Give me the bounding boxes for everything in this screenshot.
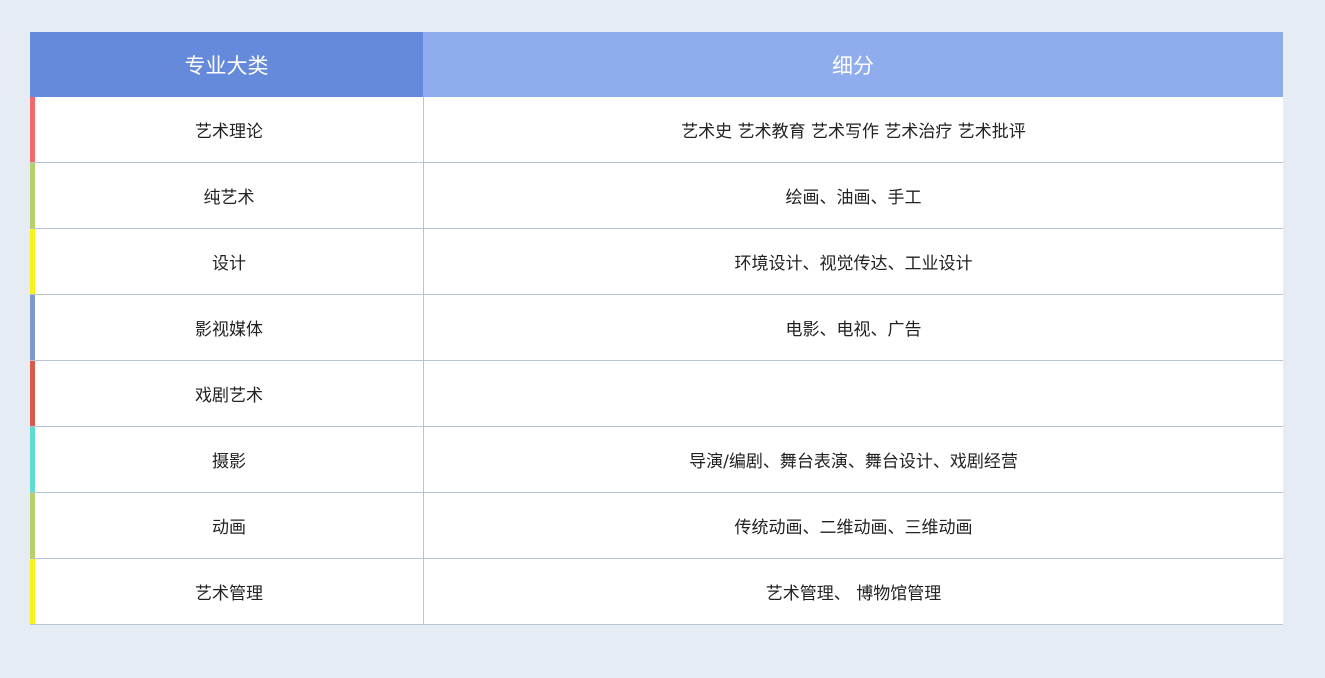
sub-cell: 导演/编剧、舞台表演、舞台设计、戏剧经营 [689, 452, 1018, 472]
table-row: 设计 环境设计、视觉传达、工业设计 [30, 229, 1283, 295]
table-row: 戏剧艺术 [30, 361, 1283, 427]
table-row: 艺术管理 艺术管理、 博物馆管理 [30, 559, 1283, 625]
major-cell: 摄影 [30, 427, 424, 492]
table-row: 纯艺术 绘画、油画、手工 [30, 163, 1283, 229]
sub-cell: 绘画、油画、手工 [785, 188, 922, 208]
table-header: 专业大类 细分 [30, 32, 1283, 97]
major-cell: 艺术管理 [30, 559, 424, 624]
table-row: 摄影 导演/编剧、舞台表演、舞台设计、戏剧经营 [30, 427, 1283, 493]
major-cell: 戏剧艺术 [30, 361, 424, 426]
major-cell: 动画 [30, 493, 424, 558]
major-cell: 艺术理论 [30, 97, 424, 162]
sub-cell [424, 361, 1283, 426]
major-cell: 纯艺术 [30, 163, 424, 228]
table-row: 艺术理论 艺术史 艺术教育 艺术写作 艺术治疗 艺术批评 [30, 97, 1283, 163]
sub-cell: 传统动画、二维动画、三维动画 [734, 518, 973, 538]
table-row: 动画 传统动画、二维动画、三维动画 [30, 493, 1283, 559]
sub-cell: 电影、电视、广告 [785, 320, 922, 340]
sub-cell: 环境设计、视觉传达、工业设计 [734, 254, 973, 274]
table-row: 影视媒体 电影、电视、广告 [30, 295, 1283, 361]
major-cell: 设计 [30, 229, 424, 294]
major-table: 专业大类 细分 艺术理论 艺术史 艺术教育 艺术写作 艺术治疗 艺术批评 纯艺术… [30, 32, 1283, 625]
header-major-category: 专业大类 [30, 32, 423, 97]
header-subdivision: 细分 [423, 32, 1283, 97]
sub-cell: 艺术管理、 博物馆管理 [765, 584, 942, 604]
major-cell: 影视媒体 [30, 295, 424, 360]
sub-cell: 艺术史 艺术教育 艺术写作 艺术治疗 艺术批评 [681, 122, 1026, 142]
